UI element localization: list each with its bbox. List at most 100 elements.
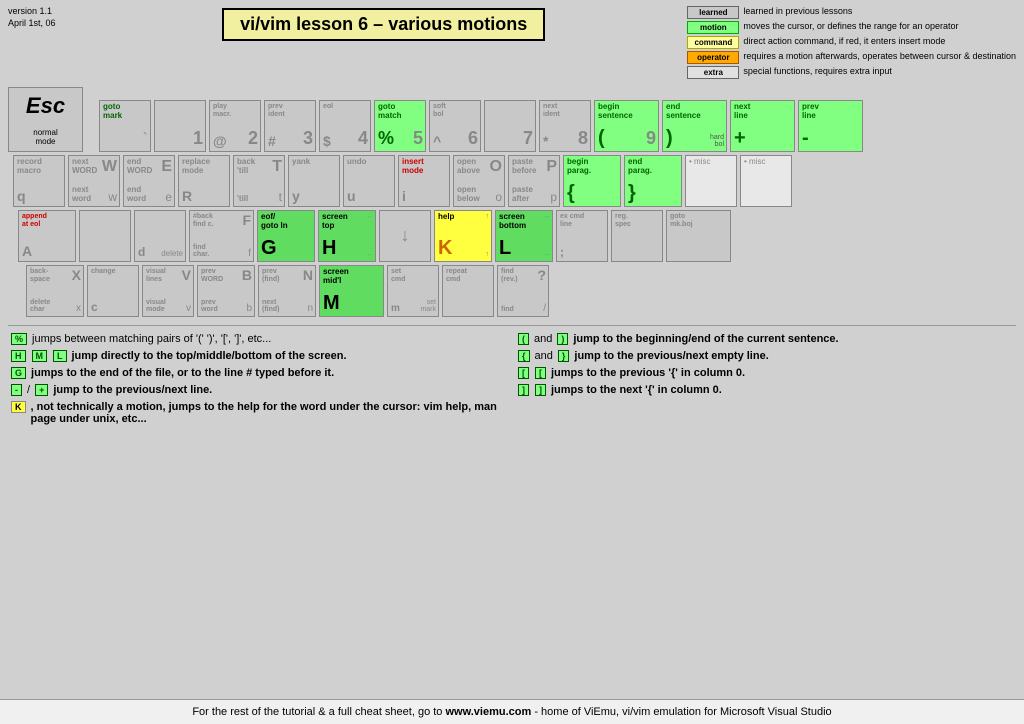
desc-text-K: , not technically a motion, jumps to the… bbox=[31, 401, 508, 425]
key-V-top: visuallines bbox=[146, 268, 166, 283]
desc-and: and bbox=[534, 333, 552, 345]
key-C-main: c bbox=[91, 301, 98, 314]
key-K: help K ↑ ↑ bbox=[434, 210, 492, 262]
key-H: screentop H ← ← bbox=[318, 210, 376, 262]
key-E-main: E bbox=[161, 158, 172, 176]
key-slash-top: find(rev.) bbox=[501, 268, 518, 283]
date-label: April 1st, 06 bbox=[8, 18, 88, 30]
key-E-top: endWORD bbox=[127, 158, 152, 176]
key-7-label: 7 bbox=[523, 129, 533, 149]
key-U: undo u bbox=[343, 155, 395, 207]
page-title: vi/vim lesson 6 – various motions bbox=[222, 8, 545, 41]
key-O: openabove openbelow O o bbox=[453, 155, 505, 207]
key-P: pastebefore pasteafter P p bbox=[508, 155, 560, 207]
key-9-label: 9 bbox=[646, 129, 656, 149]
key-semi-main: ; bbox=[560, 246, 564, 259]
key-brace-open-top: beginparag. bbox=[567, 158, 591, 176]
desc-badge-H: H bbox=[11, 350, 26, 362]
key-dollar-main: $ bbox=[323, 134, 331, 149]
desc-text-minusplus: jump to the previous/next line. bbox=[53, 384, 212, 396]
key-row-a: appendat eol A d delete #backfind c. fin… bbox=[18, 210, 1016, 262]
key-E: endWORD endword E e bbox=[123, 155, 175, 207]
key-R: replacemode R bbox=[178, 155, 230, 207]
key-slash-main: ? bbox=[537, 268, 546, 283]
key-G: eof/goto ln G bbox=[257, 210, 315, 262]
key-F-main: F bbox=[242, 213, 251, 228]
key-J: ↓ bbox=[379, 210, 431, 262]
desc-bracket-close1: ] ] jumps to the next '{' in column 0. bbox=[517, 384, 1014, 396]
key-U-main: u bbox=[347, 189, 356, 204]
desc-badge-K: K bbox=[11, 401, 26, 413]
key-9: beginsentence ( 9 bbox=[594, 100, 659, 152]
key-I: insertmode i bbox=[398, 155, 450, 207]
key-K-top: help bbox=[438, 213, 454, 222]
key-8-label: 8 bbox=[578, 129, 588, 149]
key-S bbox=[79, 210, 131, 262]
key-brace-close-top: endparag. bbox=[628, 158, 652, 176]
key-W-main: W bbox=[102, 158, 117, 176]
desc-text-bracket-close: jumps to the next '{' in column 0. bbox=[551, 384, 722, 396]
key-esc: Esc normalmode bbox=[8, 87, 83, 152]
desc-badge-bracket1: [ bbox=[518, 367, 529, 379]
key-percent-main: % bbox=[378, 129, 394, 149]
key-Y: yank y bbox=[288, 155, 340, 207]
legend-item-operator: operator requires a motion afterwards, o… bbox=[687, 51, 1016, 64]
key-brace-close-main: } bbox=[628, 182, 636, 204]
key-slash-bot: find bbox=[501, 306, 514, 314]
key-A: appendat eol A bbox=[18, 210, 76, 262]
legend-text-learned: learned in previous lessons bbox=[743, 6, 852, 18]
key-paren-open-main: ( bbox=[598, 127, 605, 149]
legend-text-command: direct action command, if red, it enters… bbox=[743, 36, 945, 48]
divider bbox=[8, 325, 1016, 326]
key-B-bot: prevword bbox=[201, 299, 218, 314]
key-at-top: playmacr. bbox=[213, 103, 231, 118]
key-N-main: N bbox=[303, 268, 313, 283]
key-M: screenmid'l M bbox=[319, 265, 384, 317]
key-o-main: o bbox=[495, 191, 502, 204]
key-l-arrow: → bbox=[543, 251, 550, 259]
key-f-main: f bbox=[248, 248, 251, 259]
key-brace-open: beginparag. { bbox=[563, 155, 621, 207]
key-misc-1-top: • misc bbox=[689, 158, 710, 167]
footer-link[interactable]: www.viemu.com bbox=[445, 706, 531, 718]
key-semi-top: ex cmdline bbox=[560, 213, 584, 228]
key-n-main: n bbox=[307, 303, 313, 314]
desc-brace: { and } jump to the previous/next empty … bbox=[517, 350, 1014, 362]
legend-item-extra: extra special functions, requires extra … bbox=[687, 66, 1016, 79]
key-H-arrow: ← bbox=[366, 213, 373, 221]
key-b-main: b bbox=[246, 303, 252, 314]
footer-text: For the rest of the tutorial & a full ch… bbox=[192, 706, 445, 718]
key-Q-main: q bbox=[17, 189, 26, 204]
key-hash-main: # bbox=[268, 134, 276, 149]
version-info: version 1.1 April 1st, 06 bbox=[8, 6, 88, 29]
key-O-top: openabove bbox=[457, 158, 480, 176]
key-backtick: gotomark ` bbox=[99, 100, 151, 152]
key-x-main: x bbox=[76, 303, 81, 314]
version-label: version 1.1 bbox=[8, 6, 88, 18]
key-W: nextWORD nextword W w bbox=[68, 155, 120, 207]
key-X: back-space deletechar X x bbox=[26, 265, 84, 317]
desc-text-bracket-open: jumps to the previous '{' in column 0. bbox=[551, 367, 745, 379]
key-plus-main: + bbox=[734, 127, 746, 149]
key-B-top: prevWORD bbox=[201, 268, 223, 283]
key-M-main: M bbox=[323, 292, 340, 314]
key-row-z: back-space deletechar X x change c visua… bbox=[26, 265, 1016, 317]
desc-badge-bracket3: ] bbox=[518, 384, 529, 396]
key-F-top: #backfind c. bbox=[193, 213, 214, 228]
desc-text-paren: jump to the beginning/end of the current… bbox=[573, 333, 838, 345]
key-slash: find(rev.) find ? / bbox=[497, 265, 549, 317]
key-D: d delete bbox=[134, 210, 186, 262]
key-caret-main: ^ bbox=[433, 134, 441, 149]
key-T: back'till 'till T t bbox=[233, 155, 285, 207]
key-4-label: 4 bbox=[358, 129, 368, 149]
key-Y-main: y bbox=[292, 189, 300, 204]
legend-item-learned: learned learned in previous lessons bbox=[687, 6, 1016, 19]
key-T-top: back'till bbox=[237, 158, 255, 176]
key-comma-main: m bbox=[391, 303, 400, 314]
desc-col-left: % jumps between matching pairs of '(' ')… bbox=[10, 333, 507, 430]
key-M-top: screenmid'l bbox=[323, 268, 349, 286]
desc-badge-bracket4: ] bbox=[535, 384, 546, 396]
key-comma: setcmd m setmark bbox=[387, 265, 439, 317]
key-T-main: T bbox=[272, 158, 282, 176]
key-misc-2-top: • misc bbox=[744, 158, 765, 167]
